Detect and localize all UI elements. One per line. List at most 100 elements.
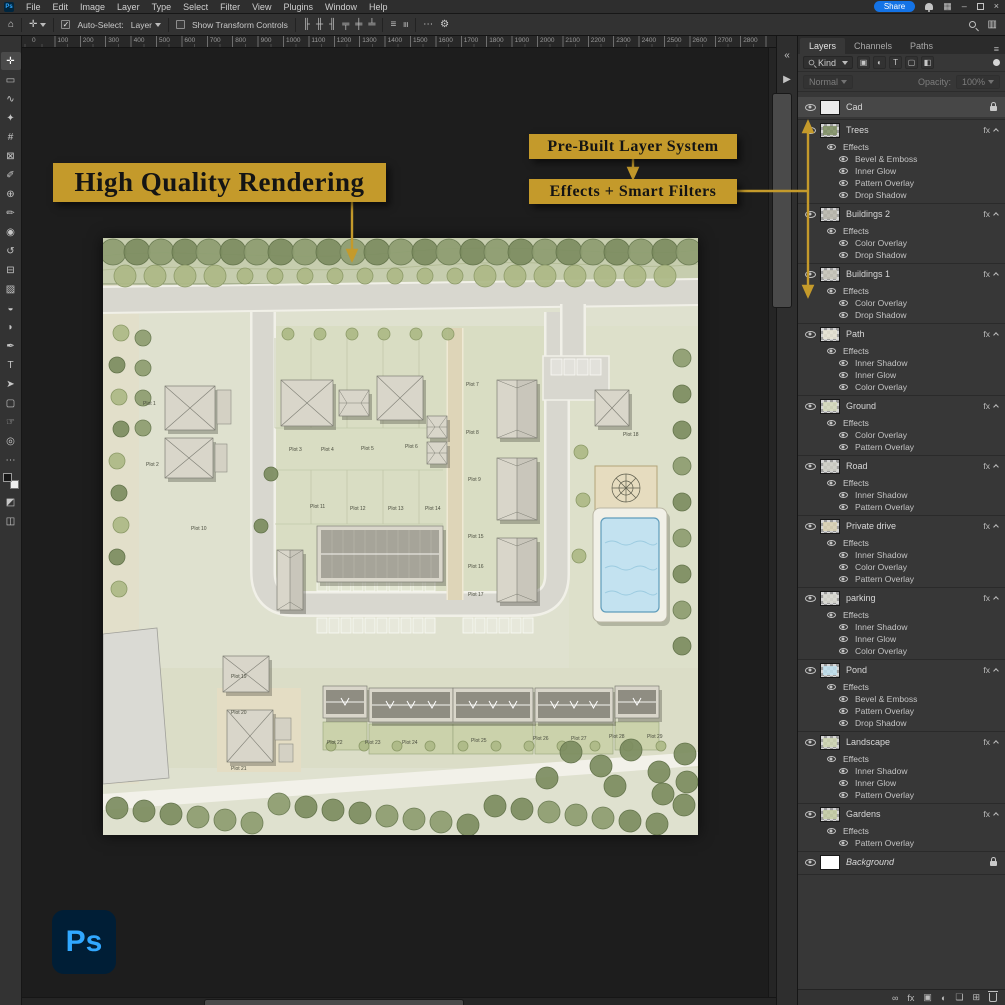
distribute-v-icon[interactable]: ≡ bbox=[400, 22, 411, 28]
layer-row[interactable]: Path fx bbox=[798, 324, 1005, 344]
effect-row[interactable]: Inner Glow bbox=[798, 777, 1005, 789]
marquee-tool[interactable]: ▭ bbox=[1, 71, 21, 89]
effect-row[interactable]: Inner Shadow bbox=[798, 621, 1005, 633]
frame-tool[interactable]: ⊠ bbox=[1, 147, 21, 165]
effect-row[interactable]: Color Overlay bbox=[798, 561, 1005, 573]
effect-row[interactable]: Color Overlay bbox=[798, 429, 1005, 441]
layer-row[interactable]: Private drive fx bbox=[798, 516, 1005, 536]
edit-toolbar-icon[interactable]: ⋯ bbox=[1, 451, 21, 469]
layer-row[interactable]: Pond fx bbox=[798, 660, 1005, 680]
visibility-eye-icon[interactable] bbox=[826, 683, 836, 690]
effect-row[interactable]: Inner Shadow bbox=[798, 765, 1005, 777]
opacity-value[interactable]: 100% bbox=[955, 74, 1000, 89]
visibility-eye-icon[interactable] bbox=[838, 384, 848, 390]
effect-row[interactable]: Pattern Overlay bbox=[798, 441, 1005, 453]
menu-view[interactable]: View bbox=[246, 2, 277, 12]
layer-row[interactable]: Ground fx bbox=[798, 396, 1005, 416]
layer-fx-badge[interactable]: fx bbox=[983, 125, 1001, 135]
visibility-eye-icon[interactable] bbox=[838, 720, 848, 726]
healing-brush-tool[interactable]: ⊕ bbox=[1, 185, 21, 203]
effect-row[interactable]: Drop Shadow bbox=[798, 717, 1005, 729]
adjustment-layer-icon[interactable]: ◐ bbox=[941, 993, 946, 1003]
layer-row[interactable]: Landscape fx bbox=[798, 732, 1005, 752]
visibility-eye-icon[interactable] bbox=[838, 564, 848, 570]
effect-row[interactable]: Inner Shadow bbox=[798, 489, 1005, 501]
collapse-effects-chevron-icon[interactable] bbox=[993, 272, 999, 278]
rectangle-tool[interactable]: ▢ bbox=[1, 394, 21, 412]
visibility-eye-icon[interactable] bbox=[804, 462, 816, 470]
visibility-eye-icon[interactable] bbox=[838, 840, 848, 846]
visibility-eye-icon[interactable] bbox=[804, 210, 816, 218]
layer-fx-badge[interactable]: fx bbox=[983, 593, 1001, 603]
menu-edit[interactable]: Edit bbox=[47, 2, 75, 12]
more-options-icon[interactable]: ⋯ bbox=[423, 19, 433, 30]
path-selection-tool[interactable]: ➤ bbox=[1, 375, 21, 393]
delete-layer-icon[interactable] bbox=[988, 991, 998, 1002]
filter-pixel-layers-icon[interactable]: ▣ bbox=[857, 56, 871, 69]
layer-fx-badge[interactable]: fx bbox=[983, 329, 1001, 339]
layer-thumbnail[interactable] bbox=[820, 206, 840, 222]
pen-tool[interactable]: ✒ bbox=[1, 337, 21, 355]
visibility-eye-icon[interactable] bbox=[838, 444, 848, 450]
window-maximize-button[interactable] bbox=[976, 3, 984, 10]
window-close-button[interactable]: × bbox=[994, 2, 999, 11]
collapse-effects-chevron-icon[interactable] bbox=[993, 812, 999, 818]
visibility-eye-icon[interactable] bbox=[826, 611, 836, 618]
visibility-eye-icon[interactable] bbox=[838, 696, 848, 702]
visibility-eye-icon[interactable] bbox=[838, 636, 848, 642]
vertical-scrollbar[interactable] bbox=[768, 48, 792, 997]
menu-select[interactable]: Select bbox=[177, 2, 214, 12]
effect-row[interactable]: Drop Shadow bbox=[798, 189, 1005, 201]
effect-row[interactable]: Pattern Overlay bbox=[798, 789, 1005, 801]
visibility-eye-icon[interactable] bbox=[804, 594, 816, 602]
effect-row[interactable]: Inner Shadow bbox=[798, 357, 1005, 369]
effects-header[interactable]: Effects bbox=[798, 536, 1005, 549]
filter-type-layers-icon[interactable]: T bbox=[889, 56, 903, 69]
move-tool-preset-icon[interactable]: ✛ bbox=[29, 19, 47, 30]
color-swatches[interactable] bbox=[2, 473, 20, 489]
layer-mask-icon[interactable]: ▣ bbox=[923, 992, 932, 1003]
layer-thumbnail[interactable] bbox=[820, 662, 840, 678]
effect-row[interactable]: Drop Shadow bbox=[798, 309, 1005, 321]
auto-select-dropdown[interactable]: Layer bbox=[131, 20, 162, 30]
quick-mask-icon[interactable]: ◩ bbox=[1, 493, 21, 511]
collapse-effects-chevron-icon[interactable] bbox=[993, 464, 999, 470]
effects-header[interactable]: Effects bbox=[798, 476, 1005, 489]
align-center-v-icon[interactable]: ╪ bbox=[355, 19, 362, 30]
visibility-eye-icon[interactable] bbox=[838, 624, 848, 630]
layer-fx-badge[interactable]: fx bbox=[983, 209, 1001, 219]
new-layer-icon[interactable]: ⊞ bbox=[972, 992, 980, 1003]
align-left-icon[interactable]: ╟ bbox=[303, 19, 310, 30]
filter-shape-layers-icon[interactable]: ▢ bbox=[905, 56, 919, 69]
align-right-icon[interactable]: ╢ bbox=[329, 19, 336, 30]
menu-filter[interactable]: Filter bbox=[214, 2, 246, 12]
align-top-icon[interactable]: ╤ bbox=[342, 19, 349, 30]
effect-row[interactable]: Pattern Overlay bbox=[798, 501, 1005, 513]
effect-row[interactable]: Pattern Overlay bbox=[798, 177, 1005, 189]
visibility-eye-icon[interactable] bbox=[804, 858, 816, 866]
effects-header[interactable]: Effects bbox=[798, 224, 1005, 237]
layer-thumbnail[interactable] bbox=[820, 266, 840, 282]
layer-thumbnail[interactable] bbox=[820, 854, 840, 870]
search-icon[interactable] bbox=[968, 21, 976, 28]
layer-thumbnail[interactable] bbox=[820, 458, 840, 474]
effect-row[interactable]: Pattern Overlay bbox=[798, 837, 1005, 849]
visibility-eye-icon[interactable] bbox=[838, 780, 848, 786]
collapse-effects-chevron-icon[interactable] bbox=[993, 128, 999, 134]
effect-row[interactable]: Color Overlay bbox=[798, 645, 1005, 657]
effect-row[interactable]: Inner Glow bbox=[798, 633, 1005, 645]
layer-fx-badge[interactable]: fx bbox=[983, 269, 1001, 279]
visibility-eye-icon[interactable] bbox=[826, 479, 836, 486]
effect-row[interactable]: Inner Glow bbox=[798, 165, 1005, 177]
expand-panels-icon[interactable]: « bbox=[784, 50, 790, 61]
brush-tool[interactable]: ✏ bbox=[1, 204, 21, 222]
effect-row[interactable]: Pattern Overlay bbox=[798, 705, 1005, 717]
effects-header[interactable]: Effects bbox=[798, 344, 1005, 357]
visibility-eye-icon[interactable] bbox=[826, 143, 836, 150]
visibility-eye-icon[interactable] bbox=[826, 347, 836, 354]
effects-header[interactable]: Effects bbox=[798, 824, 1005, 837]
effect-row[interactable]: Color Overlay bbox=[798, 297, 1005, 309]
visibility-eye-icon[interactable] bbox=[826, 287, 836, 294]
eyedropper-tool[interactable]: ✐ bbox=[1, 166, 21, 184]
foreground-color-swatch[interactable] bbox=[2, 473, 12, 482]
